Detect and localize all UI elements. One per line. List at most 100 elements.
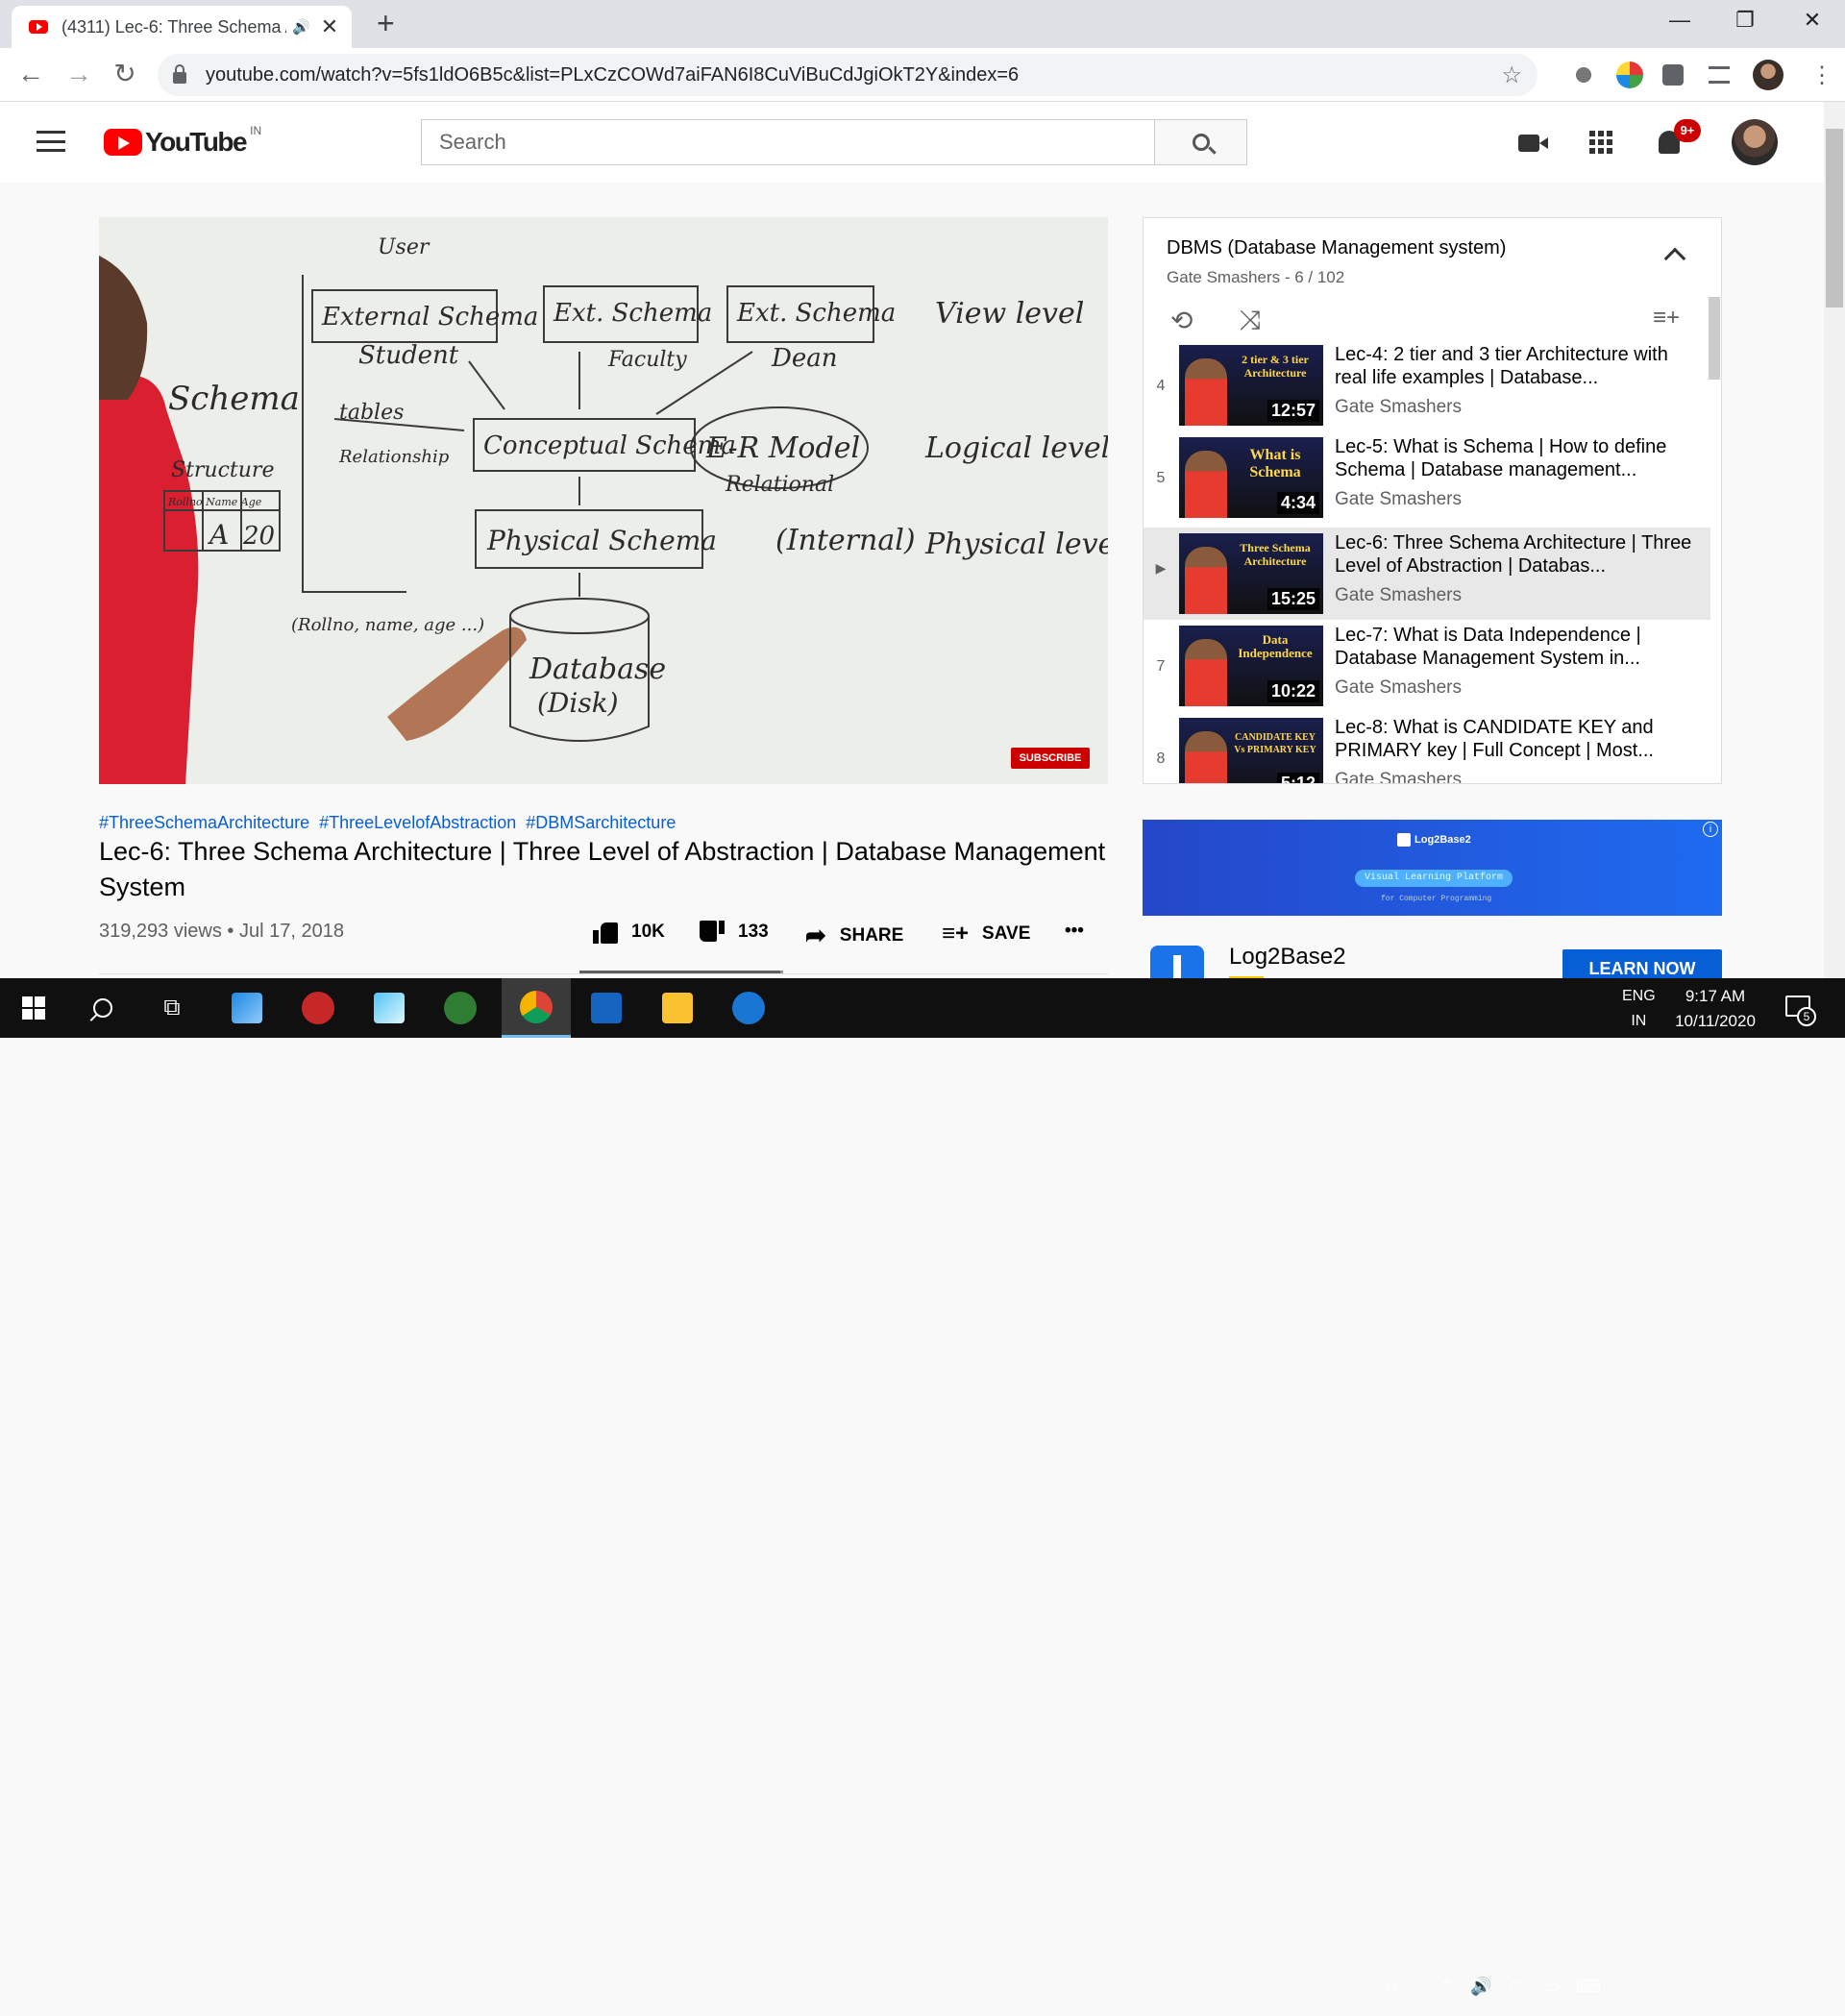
browser-tab[interactable]: (4311) Lec-6: Three Schema Architecture … — [12, 6, 352, 48]
minimize-button[interactable]: — — [1660, 4, 1699, 37]
wb-twenty: 20 — [242, 522, 275, 551]
playlist-subtitle[interactable]: Gate Smashers - 6 / 102 — [1167, 268, 1344, 287]
close-window-button[interactable]: ✕ — [1793, 4, 1832, 37]
wifi-icon[interactable]: ◠ — [1509, 1956, 1524, 2016]
subscribe-watermark[interactable]: SUBSCRIBE — [1011, 748, 1090, 769]
taskbar-clock[interactable]: 9:17 AM 10/11/2020 — [1662, 984, 1768, 1034]
wb-external: External Schema — [321, 303, 538, 332]
taskbar-app[interactable] — [577, 978, 636, 1038]
tray-chevron-icon[interactable]: ⌃ — [1439, 1956, 1454, 2016]
extension-globe-icon[interactable] — [1616, 61, 1643, 88]
video-duration: 5:12 — [1276, 773, 1319, 783]
speaker-icon[interactable]: 🔊 — [292, 18, 313, 36]
forward-button[interactable]: → — [62, 58, 96, 92]
apps-grid-icon[interactable] — [1589, 131, 1612, 154]
battery-icon[interactable]: ▭ — [1543, 1956, 1560, 2016]
collapse-chevron-icon[interactable] — [1663, 247, 1686, 270]
video-thumbnail[interactable]: Data Independence 10:22 — [1179, 626, 1323, 706]
loop-icon[interactable]: ⟲ — [1170, 305, 1193, 336]
thumbnail-presenter — [1185, 731, 1227, 783]
chrome-icon — [520, 990, 553, 1023]
video-thumbnail[interactable]: Three Schema Architecture 15:25 — [1179, 533, 1323, 614]
playlist-item-title[interactable]: Lec-6: Three Schema Architecture | Three… — [1335, 531, 1700, 578]
search-input[interactable] — [422, 120, 1154, 164]
advertiser-name[interactable]: Log2Base2 — [1229, 944, 1345, 971]
playlist-item[interactable]: 4 2 tier & 3 tier Architecture 12:57 Lec… — [1144, 343, 1710, 437]
lock-icon[interactable] — [173, 64, 186, 84]
bookmark-star-icon[interactable]: ☆ — [1501, 61, 1522, 89]
people-icon[interactable]: ⚇ — [1384, 1956, 1399, 2016]
taskbar-app[interactable] — [359, 978, 419, 1038]
playlist-item[interactable]: 7 Data Independence 10:22 Lec-7: What is… — [1144, 624, 1710, 718]
volume-icon[interactable]: 🔊 — [1470, 1956, 1491, 2016]
video-player[interactable]: User External Schema Ext. Schema Ext. Sc… — [99, 217, 1108, 784]
task-view-icon[interactable]: ⧉ — [142, 978, 202, 1038]
ad-info-icon[interactable]: i — [1703, 822, 1718, 837]
hashtag-link[interactable]: #ThreeSchemaArchitecture — [99, 813, 309, 832]
hashtag-link[interactable]: #DBMSarchitecture — [526, 813, 676, 832]
share-button[interactable]: ➦ SHARE — [805, 921, 903, 950]
youtube-logo[interactable]: YouTube IN — [104, 124, 261, 158]
wb-view-level: View level — [935, 297, 1084, 331]
media-control-icon[interactable] — [1709, 66, 1730, 84]
playlist-scrollbar[interactable] — [1709, 297, 1720, 380]
learn-now-button[interactable]: LEARN NOW — [1562, 949, 1722, 980]
like-button[interactable]: 10K — [593, 921, 665, 944]
playlist-item-title[interactable]: Lec-7: What is Data Independence | Datab… — [1335, 624, 1700, 670]
playlist-item-title[interactable]: Lec-4: 2 tier and 3 tier Architecture wi… — [1335, 343, 1700, 389]
taskbar-search-button[interactable] — [73, 978, 133, 1038]
taskbar-app[interactable] — [217, 978, 277, 1038]
view-count-date: 319,293 views • Jul 17, 2018 — [99, 921, 344, 942]
video-thumbnail[interactable]: CANDIDATE KEY Vs PRIMARY KEY 5:12 — [1179, 718, 1323, 783]
wb-student: Student — [358, 341, 459, 370]
hashtag-link[interactable]: #ThreeLevelofAbstraction — [319, 813, 516, 832]
search-icon — [93, 998, 112, 1018]
playlist-item-title[interactable]: Lec-8: What is CANDIDATE KEY and PRIMARY… — [1335, 716, 1700, 762]
android-studio-icon — [444, 992, 477, 1024]
reload-button[interactable]: ↻ — [108, 58, 142, 92]
shuffle-icon[interactable]: ⤨ — [1240, 305, 1261, 336]
ad-banner[interactable]: Log2Base2 Visual Learning Platform for C… — [1143, 820, 1722, 916]
playlist-item-current[interactable]: ▶ Three Schema Architecture 15:25 Lec-6:… — [1144, 528, 1710, 620]
save-playlist-icon[interactable]: ≡+ — [1653, 305, 1680, 332]
taskbar-app[interactable] — [288, 978, 348, 1038]
hamburger-menu-icon[interactable] — [37, 131, 65, 152]
page-scrollbar-thumb[interactable] — [1826, 129, 1843, 307]
maximize-button[interactable]: ❐ — [1726, 4, 1764, 37]
video-thumbnail[interactable]: What is Schema 4:34 — [1179, 437, 1323, 518]
taskbar-app[interactable] — [719, 978, 778, 1038]
taskbar-app-chrome[interactable] — [502, 978, 571, 1038]
new-tab-button[interactable]: + — [377, 6, 395, 40]
profile-avatar-icon[interactable] — [1753, 60, 1784, 90]
playlist-item-title[interactable]: Lec-5: What is Schema | How to define Sc… — [1335, 435, 1700, 481]
search-button[interactable] — [1154, 120, 1246, 164]
wb-table-header: Rollno Name Age — [167, 496, 262, 508]
video-thumbnail[interactable]: 2 tier & 3 tier Architecture 12:57 — [1179, 345, 1323, 426]
address-bar[interactable]: youtube.com/watch?v=5fs1ldO6B5c&list=PLx… — [158, 54, 1538, 96]
tab-close-icon[interactable]: ✕ — [319, 14, 340, 39]
keyboard-icon[interactable]: ⌨ — [1576, 1956, 1601, 2016]
save-button[interactable]: ≡+ SAVE — [942, 921, 1030, 947]
extension-bug-icon[interactable] — [1570, 61, 1597, 88]
playlist-item[interactable]: 5 What is Schema 4:34 Lec-5: What is Sch… — [1144, 435, 1710, 529]
extensions-puzzle-icon[interactable] — [1662, 64, 1684, 86]
back-button[interactable]: ← — [13, 58, 48, 92]
dislike-button[interactable]: 133 — [700, 921, 769, 944]
more-actions-button[interactable]: ••• — [1065, 921, 1084, 942]
playlist-index: 8 — [1156, 750, 1166, 767]
share-arrow-icon: ➦ — [805, 921, 826, 949]
start-button[interactable] — [4, 978, 63, 1038]
wb-conceptual: Conceptual Schema — [483, 431, 736, 460]
create-video-icon[interactable] — [1518, 135, 1548, 152]
wb-structure: Structure — [171, 458, 274, 482]
playlist-item[interactable]: 8 CANDIDATE KEY Vs PRIMARY KEY 5:12 Lec-… — [1144, 716, 1710, 783]
taskbar-app[interactable] — [648, 978, 707, 1038]
like-count: 10K — [631, 922, 665, 942]
playlist-title[interactable]: DBMS (Database Management system) — [1167, 237, 1506, 259]
taskbar-app[interactable] — [430, 978, 490, 1038]
url-text[interactable]: youtube.com/watch?v=5fs1ldO6B5c&list=PLx… — [206, 64, 1501, 86]
account-avatar[interactable] — [1732, 119, 1778, 165]
menu-kebab-icon[interactable]: ⋮ — [1810, 61, 1833, 89]
language-indicator[interactable]: ENG IN — [1622, 984, 1656, 1034]
youtube-header: YouTube IN 9+ — [0, 102, 1824, 183]
